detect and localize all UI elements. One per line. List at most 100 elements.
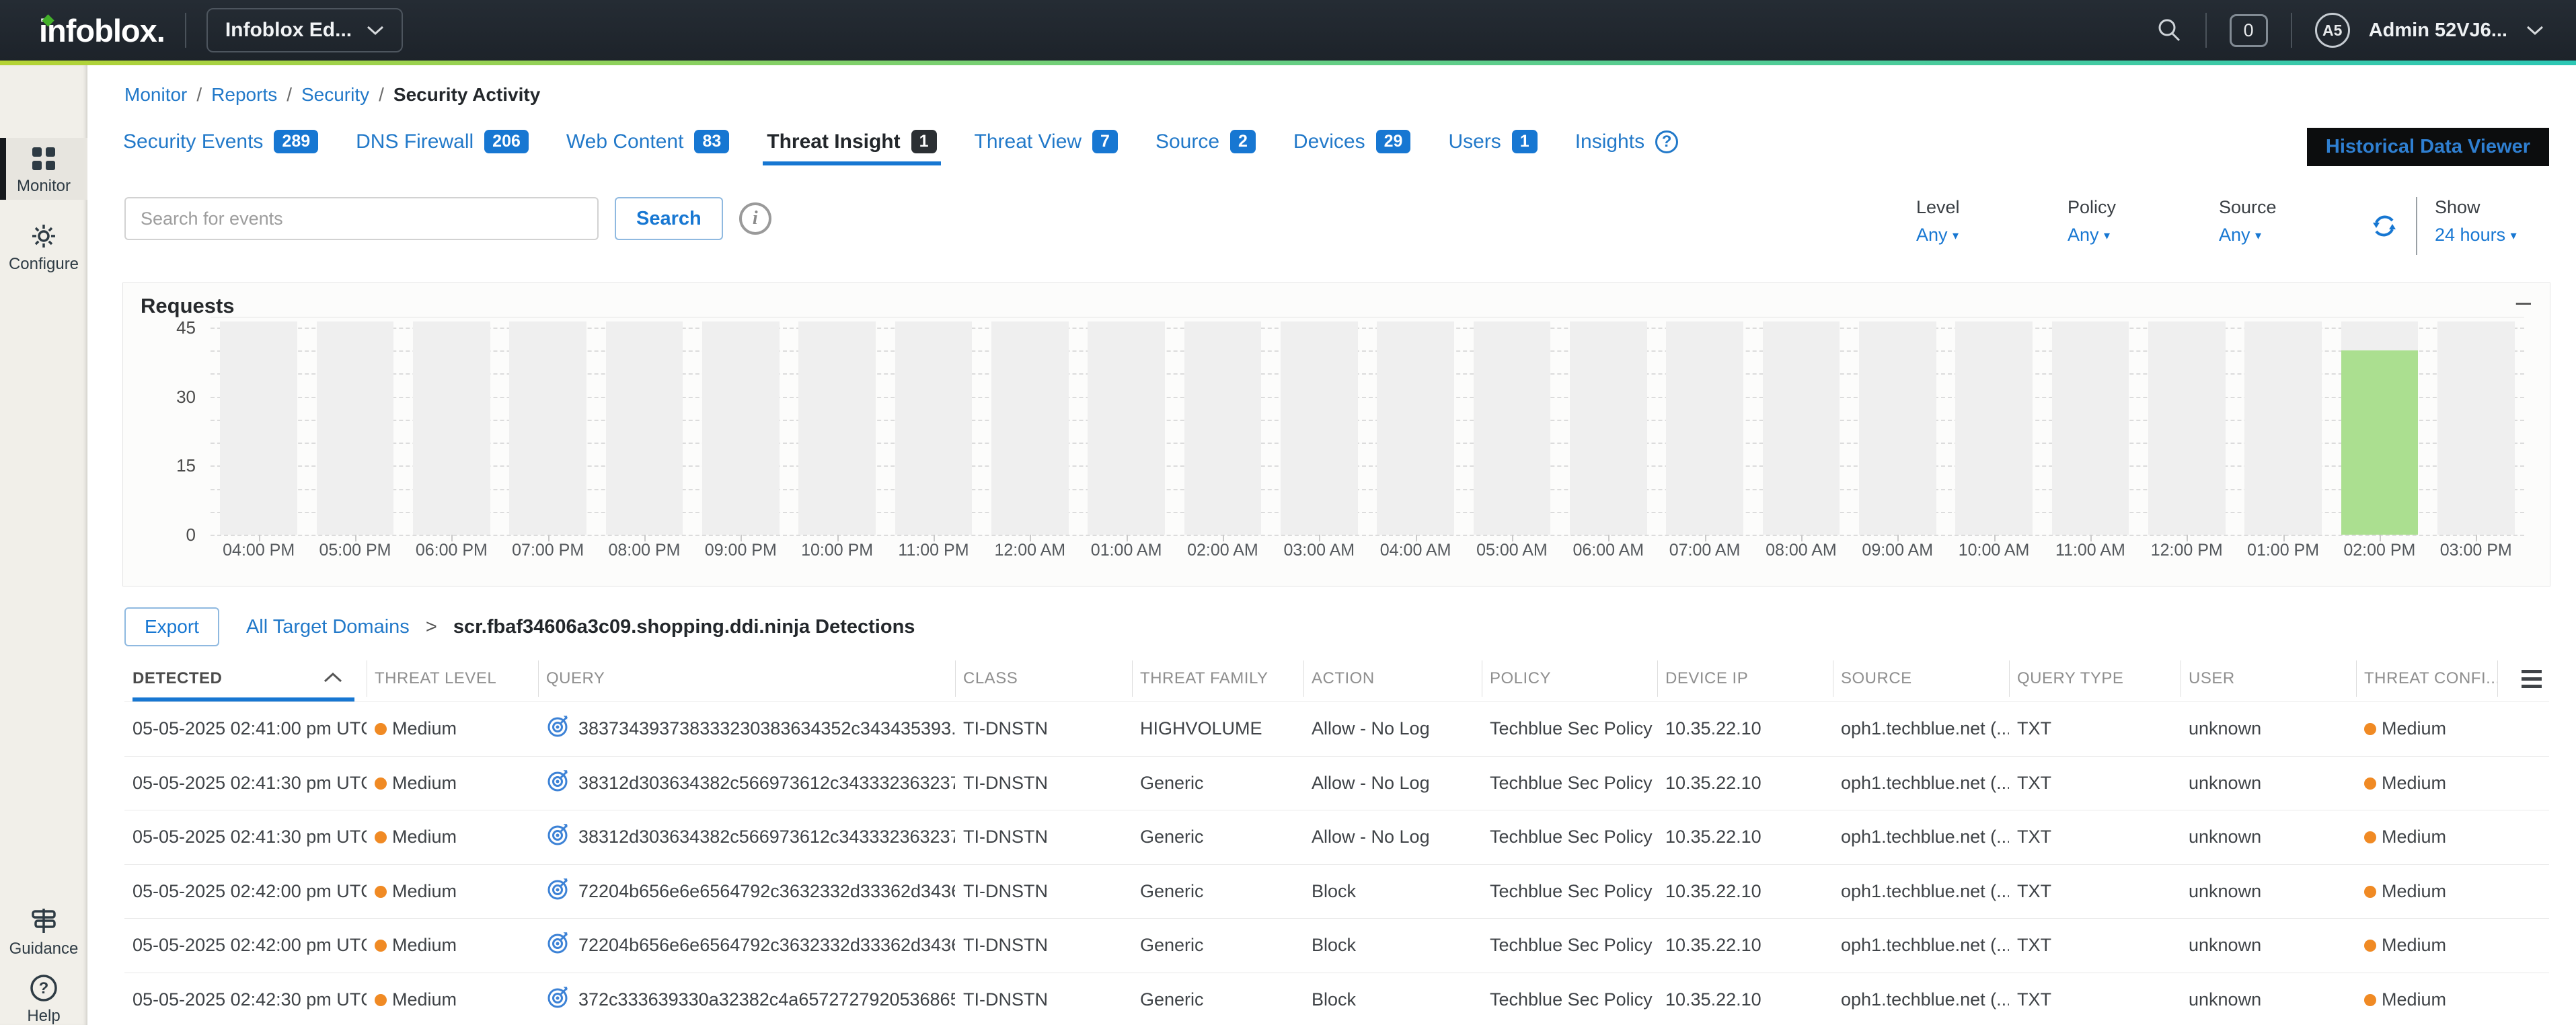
column-header-label: QUERY	[546, 669, 605, 688]
hour-band	[2437, 321, 2515, 535]
column-header-class[interactable]: CLASS	[955, 656, 1132, 701]
search-button[interactable]: Search	[615, 197, 723, 240]
table-row[interactable]: 05-05-2025 02:41:30 pm UTCMedium38312d30…	[124, 810, 2549, 864]
breadcrumb-link-reports[interactable]: Reports	[211, 84, 277, 105]
detections-breadcrumb-separator: >	[426, 616, 437, 638]
cell-query: 38312d303634382c566973612c343332363237..…	[538, 823, 955, 851]
tab-threat-view[interactable]: Threat View7	[956, 130, 1137, 165]
chart-slot	[1367, 321, 1464, 535]
sidebar-item-help[interactable]: ?Help	[0, 966, 87, 1025]
breadcrumb-link-security[interactable]: Security	[301, 84, 369, 105]
sort-ascending-icon	[323, 669, 343, 688]
filter-value-dropdown[interactable]: Any ▾	[1916, 225, 2068, 245]
tab-dns-firewall[interactable]: DNS Firewall206	[337, 130, 547, 165]
cell-source: oph1.techblue.net (...	[1833, 827, 2009, 847]
column-header-query-type[interactable]: QUERY TYPE	[2009, 656, 2181, 701]
notification-badge[interactable]: 0	[2230, 14, 2268, 47]
column-header-action[interactable]: ACTION	[1303, 656, 1482, 701]
sidebar-item-guidance[interactable]: Guidance	[0, 899, 87, 961]
app-selector-dropdown[interactable]: Infoblox Ed...	[206, 8, 403, 52]
refresh-icon[interactable]	[2370, 212, 2398, 243]
export-button[interactable]: Export	[124, 607, 219, 646]
x-tick-label: 11:00 AM	[2042, 541, 2138, 560]
threat-level-dot	[375, 723, 387, 735]
tab-badge: 7	[1092, 130, 1118, 153]
filter-value-dropdown[interactable]: Any ▾	[2068, 225, 2219, 245]
breadcrumb-current: Security Activity	[393, 84, 540, 105]
cell-text: 372c333639330a32382c4a6572727920536865..…	[578, 989, 955, 1010]
show-value-dropdown[interactable]: 24 hours ▾	[2435, 225, 2549, 245]
table-body: 05-05-2025 02:41:00 pm UTCMedium38373439…	[124, 701, 2549, 1025]
column-header-threat-family[interactable]: THREAT FAMILY	[1132, 656, 1303, 701]
tab-threat-insight[interactable]: Threat Insight1	[748, 130, 955, 165]
chart-title: Requests	[141, 294, 235, 318]
chart-slot	[2235, 321, 2331, 535]
filter-source: SourceAny ▾	[2219, 197, 2370, 245]
tab-label: Devices	[1293, 130, 1365, 153]
cell-device_ip: 10.35.22.10	[1657, 827, 1833, 847]
tab-label: Web Content	[566, 130, 684, 153]
column-header-detected[interactable]: DETECTED	[124, 656, 367, 701]
table-row[interactable]: 05-05-2025 02:41:00 pm UTCMedium38373439…	[124, 701, 2549, 756]
cell-query_type: TXT	[2009, 989, 2181, 1010]
svg-text:?: ?	[39, 979, 49, 997]
column-header-threat-confi-[interactable]: THREAT CONFI...	[2356, 656, 2497, 701]
sidebar-item-label: Monitor	[0, 177, 87, 196]
user-chevron-down-icon[interactable]	[2526, 25, 2544, 36]
all-target-domains-link[interactable]: All Target Domains	[246, 616, 410, 638]
cell-threat_family: Generic	[1132, 935, 1303, 956]
search-icon[interactable]	[2156, 17, 2183, 44]
user-menu-label[interactable]: Admin 52VJ6...	[2369, 20, 2507, 42]
insights-help-icon[interactable]: ?	[1655, 130, 1678, 153]
chart-slot	[211, 321, 307, 535]
cell-user: unknown	[2181, 935, 2356, 956]
tab-source[interactable]: Source2	[1137, 130, 1275, 165]
hour-band	[895, 321, 973, 535]
tab-devices[interactable]: Devices29	[1275, 130, 1430, 165]
column-header-source[interactable]: SOURCE	[1833, 656, 2009, 701]
x-tick-label: 12:00 AM	[982, 541, 1078, 560]
column-header-policy[interactable]: POLICY	[1482, 656, 1657, 701]
x-tick-label: 01:00 AM	[1078, 541, 1174, 560]
tab-insights[interactable]: Insights?	[1556, 130, 1697, 165]
detections-toolbar: Export All Target Domains > scr.fbaf3460…	[124, 607, 915, 646]
cell-query: 72204b656e6e6564792c3632332d33362d3436..…	[538, 877, 955, 906]
column-header-label: POLICY	[1490, 669, 1551, 688]
tab-web-content[interactable]: Web Content83	[547, 130, 748, 165]
hour-band	[702, 321, 780, 535]
cell-policy: Techblue Sec Policy	[1482, 718, 1657, 739]
column-header-user[interactable]: USER	[2181, 656, 2356, 701]
tab-users[interactable]: Users1	[1429, 130, 1556, 165]
hamburger-icon	[2505, 670, 2542, 688]
table-row[interactable]: 05-05-2025 02:41:30 pm UTCMedium38312d30…	[124, 756, 2549, 810]
dropdown-arrow-icon: ▾	[2255, 229, 2261, 242]
x-tick-label: 04:00 AM	[1367, 541, 1464, 560]
chart-slot	[1078, 321, 1174, 535]
breadcrumb-link-monitor[interactable]: Monitor	[124, 84, 187, 105]
search-row: Search i	[124, 197, 771, 240]
column-settings-button[interactable]	[2497, 656, 2549, 701]
chart-slot	[307, 321, 403, 535]
chart-slot	[885, 321, 981, 535]
hour-band	[1666, 321, 1743, 535]
column-header-label: THREAT CONFI...	[2364, 669, 2497, 688]
search-input[interactable]	[124, 197, 599, 240]
table-row[interactable]: 05-05-2025 02:42:30 pm UTCMedium372c3336…	[124, 973, 2549, 1025]
column-header-device-ip[interactable]: DEVICE IP	[1657, 656, 1833, 701]
breadcrumb: Monitor/Reports/Security/Security Activi…	[124, 84, 540, 106]
sidebar-item-monitor[interactable]: Monitor	[0, 138, 87, 200]
table-row[interactable]: 05-05-2025 02:42:00 pm UTCMedium72204b65…	[124, 864, 2549, 919]
cell-text: Medium	[392, 935, 457, 955]
filter-value-dropdown[interactable]: Any ▾	[2219, 225, 2370, 245]
hour-band	[509, 321, 586, 535]
cell-text: 38312d303634382c566973612c343332363237..…	[578, 773, 955, 794]
tab-security-events[interactable]: Security Events289	[104, 130, 337, 165]
sidebar-item-configure[interactable]: Configure	[0, 215, 87, 276]
column-header-threat-level[interactable]: THREAT LEVEL	[367, 656, 538, 701]
hour-band	[991, 321, 1069, 535]
avatar[interactable]: A5	[2315, 13, 2350, 48]
column-header-query[interactable]: QUERY	[538, 656, 955, 701]
historical-data-viewer-button[interactable]: Historical Data Viewer	[2307, 128, 2549, 166]
table-row[interactable]: 05-05-2025 02:42:00 pm UTCMedium72204b65…	[124, 918, 2549, 973]
collapse-card-icon[interactable]: –	[2516, 287, 2531, 317]
